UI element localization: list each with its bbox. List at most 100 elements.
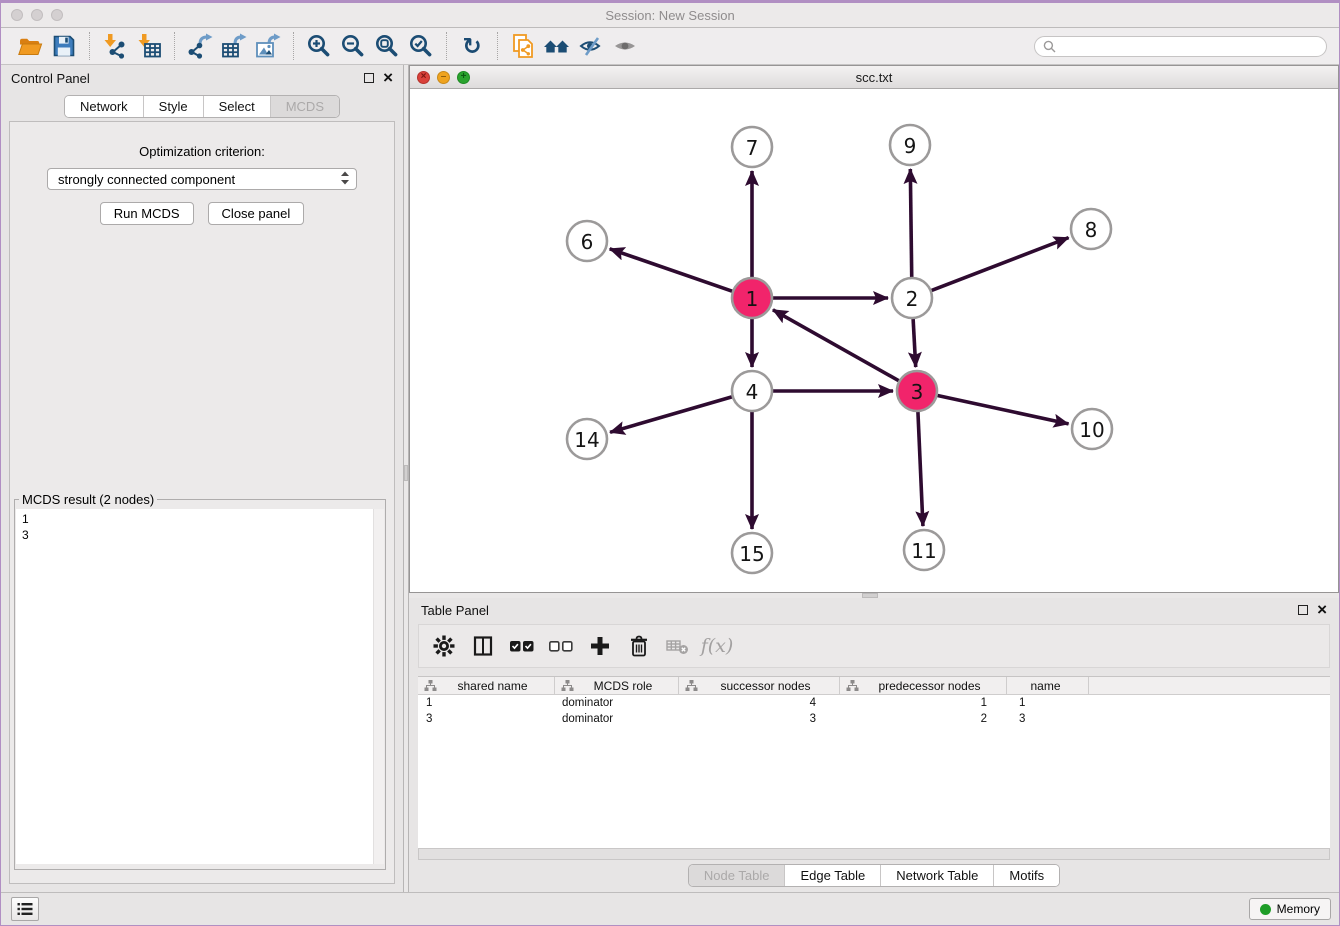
cell-name: 3 bbox=[1007, 711, 1089, 727]
graph-edge-1-6[interactable] bbox=[610, 249, 732, 291]
mcds-result-title: MCDS result (2 nodes) bbox=[19, 492, 157, 507]
memory-button[interactable]: Memory bbox=[1249, 898, 1331, 920]
tab-select[interactable]: Select bbox=[203, 96, 270, 117]
graph-edge-3-1[interactable] bbox=[773, 310, 899, 381]
result-scrollbar[interactable] bbox=[373, 509, 384, 864]
import-network-icon[interactable] bbox=[98, 31, 132, 61]
control-panel-title: Control Panel bbox=[11, 71, 90, 86]
table-header: shared name MCDS role successor nodes pr… bbox=[418, 677, 1330, 695]
cell-mcds-role: dominator bbox=[555, 711, 679, 727]
float-panel-icon[interactable] bbox=[1298, 605, 1308, 615]
tab-style[interactable]: Style bbox=[143, 96, 203, 117]
optimization-criterion-dropdown[interactable]: strongly connected component bbox=[47, 168, 357, 190]
tree-icon bbox=[685, 679, 698, 692]
zoom-fit-icon[interactable] bbox=[370, 31, 404, 61]
cell-shared-name: 1 bbox=[418, 695, 555, 711]
graph-edge-3-10[interactable] bbox=[938, 395, 1069, 423]
delete-column-icon[interactable] bbox=[624, 631, 654, 661]
tab-mcds[interactable]: MCDS bbox=[270, 96, 339, 117]
network-canvas[interactable]: 7968124314101511 bbox=[410, 89, 1338, 592]
column-header-successor-nodes[interactable]: successor nodes bbox=[679, 677, 840, 694]
save-session-icon[interactable] bbox=[47, 31, 81, 61]
column-header-name[interactable]: name bbox=[1007, 677, 1089, 694]
optimization-criterion-label: Optimization criterion: bbox=[10, 144, 394, 159]
network-view-window: × – + scc.txt 7968124314101511 bbox=[409, 65, 1339, 593]
show-graphics-details-icon[interactable] bbox=[608, 31, 642, 61]
cell-name: 1 bbox=[1007, 695, 1089, 711]
delete-table-icon[interactable] bbox=[663, 631, 693, 661]
mcds-result-list[interactable]: 1 3 bbox=[16, 509, 384, 864]
network-window-titlebar[interactable]: × – + scc.txt bbox=[410, 66, 1338, 89]
close-panel-button[interactable]: Close panel bbox=[208, 202, 305, 225]
node-table: shared name MCDS role successor nodes pr… bbox=[418, 676, 1330, 848]
graph-node-label: 9 bbox=[904, 134, 917, 158]
graph-node-label: 10 bbox=[1079, 418, 1104, 442]
tree-icon bbox=[846, 679, 859, 692]
close-panel-icon[interactable]: × bbox=[383, 73, 393, 83]
hide-graphics-details-icon[interactable] bbox=[574, 31, 608, 61]
cell-predecessor-nodes: 2 bbox=[840, 711, 1007, 727]
search-icon bbox=[1043, 40, 1056, 53]
search-input[interactable] bbox=[1061, 39, 1318, 53]
dropdown-value: strongly connected component bbox=[58, 172, 235, 187]
mcds-result-line: 1 bbox=[22, 511, 378, 527]
search-field[interactable] bbox=[1034, 36, 1327, 57]
column-header-predecessor-nodes[interactable]: predecessor nodes bbox=[840, 677, 1007, 694]
cell-predecessor-nodes: 1 bbox=[840, 695, 1007, 711]
application-window: { "window": { "title": "Session: New Ses… bbox=[0, 0, 1340, 926]
open-session-icon[interactable] bbox=[13, 31, 47, 61]
import-table-icon[interactable] bbox=[132, 31, 166, 61]
close-panel-icon[interactable]: × bbox=[1317, 605, 1327, 615]
refresh-icon[interactable]: ↻ bbox=[455, 31, 489, 61]
apply-function-icon[interactable]: f(x) bbox=[702, 631, 732, 661]
zoom-in-icon[interactable] bbox=[302, 31, 336, 61]
graph-edge-4-14[interactable] bbox=[610, 397, 732, 432]
add-column-icon[interactable] bbox=[585, 631, 615, 661]
tree-icon bbox=[561, 679, 574, 692]
export-network-icon[interactable] bbox=[183, 31, 217, 61]
graph-edge-2-9[interactable] bbox=[910, 169, 911, 277]
tree-icon bbox=[424, 679, 437, 692]
tab-network-table[interactable]: Network Table bbox=[880, 865, 993, 886]
cell-successor-nodes: 3 bbox=[679, 711, 840, 727]
splitter-grip[interactable] bbox=[404, 465, 408, 481]
toolbar-separator bbox=[174, 32, 175, 60]
graph-node-label: 4 bbox=[746, 380, 759, 404]
table-settings-icon[interactable] bbox=[429, 631, 459, 661]
tab-motifs[interactable]: Motifs bbox=[993, 865, 1059, 886]
mcds-tab-content: Optimization criterion: strongly connect… bbox=[9, 121, 395, 884]
export-image-icon[interactable] bbox=[251, 31, 285, 61]
graph-node-label: 6 bbox=[581, 230, 594, 254]
tab-edge-table[interactable]: Edge Table bbox=[784, 865, 880, 886]
column-header-mcds-role[interactable]: MCDS role bbox=[555, 677, 679, 694]
table-panel: Table Panel × f(x) bbox=[409, 598, 1339, 892]
float-panel-icon[interactable] bbox=[364, 73, 374, 83]
select-all-icon[interactable] bbox=[507, 631, 537, 661]
split-panel-icon[interactable] bbox=[468, 631, 498, 661]
deselect-all-icon[interactable] bbox=[546, 631, 576, 661]
graph-node-label: 3 bbox=[911, 380, 924, 404]
column-header-shared-name[interactable]: shared name bbox=[418, 677, 555, 694]
two-houses-icon[interactable] bbox=[540, 31, 574, 61]
graph-node-label: 1 bbox=[746, 287, 759, 311]
tab-node-table[interactable]: Node Table bbox=[689, 865, 785, 886]
graph-edge-3-11[interactable] bbox=[918, 412, 923, 526]
graph-edge-2-8[interactable] bbox=[932, 238, 1069, 291]
table-toolbar: f(x) bbox=[418, 624, 1330, 668]
main-toolbar: ↻ bbox=[1, 28, 1339, 65]
graph-node-label: 8 bbox=[1085, 218, 1098, 242]
tab-network[interactable]: Network bbox=[65, 96, 143, 117]
run-mcds-button[interactable]: Run MCDS bbox=[100, 202, 194, 225]
title-bar: Session: New Session bbox=[1, 0, 1339, 28]
zoom-out-icon[interactable] bbox=[336, 31, 370, 61]
horizontal-scrollbar[interactable] bbox=[418, 848, 1330, 860]
memory-label: Memory bbox=[1277, 902, 1320, 916]
table-row[interactable]: 1 dominator 4 1 1 bbox=[418, 695, 1330, 711]
graph-edge-2-3[interactable] bbox=[913, 319, 916, 367]
memory-status-icon bbox=[1260, 904, 1271, 915]
table-row[interactable]: 3 dominator 3 2 3 bbox=[418, 711, 1330, 727]
export-table-icon[interactable] bbox=[217, 31, 251, 61]
clone-network-icon[interactable] bbox=[506, 31, 540, 61]
task-history-button[interactable] bbox=[11, 897, 39, 921]
zoom-selected-icon[interactable] bbox=[404, 31, 438, 61]
